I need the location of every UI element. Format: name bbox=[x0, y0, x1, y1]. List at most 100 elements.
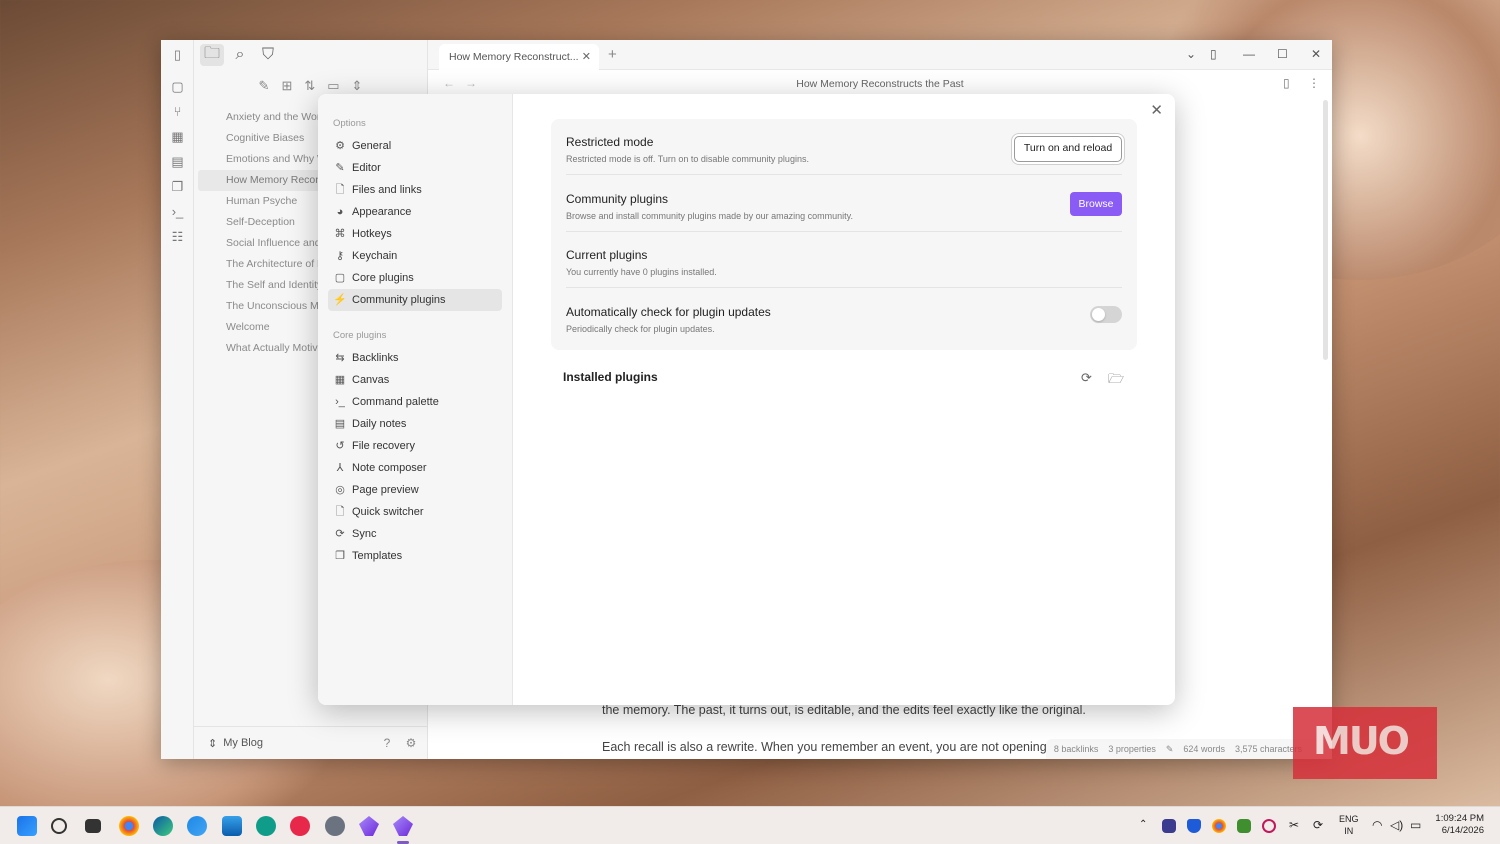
settings-nav-keychain[interactable]: ⚷ Keychain bbox=[328, 245, 502, 267]
plug-icon: ⚡ bbox=[333, 294, 347, 306]
nvidia-icon[interactable] bbox=[1237, 819, 1251, 833]
installed-plugins-heading: Installed plugins bbox=[563, 370, 658, 384]
snipping-icon[interactable]: ✂ bbox=[1289, 818, 1299, 832]
clock[interactable]: 1:09:24 PM 6/14/2026 bbox=[1435, 813, 1484, 837]
setting-name: Automatically check for plugin updates bbox=[566, 305, 771, 319]
settings-nav-label: General bbox=[352, 140, 392, 152]
settings-nav-label: Community plugins bbox=[352, 294, 446, 306]
box-icon: ▢ bbox=[334, 272, 346, 284]
browse-button[interactable]: Browse bbox=[1070, 192, 1122, 216]
settings-nav-label: Files and links bbox=[352, 184, 422, 196]
chevron-up-icon[interactable]: ⌃ bbox=[1139, 819, 1147, 830]
command-icon: ⌘ bbox=[334, 228, 346, 240]
plugin-settings-card: Restricted mode Restricted mode is off. … bbox=[551, 119, 1137, 350]
settings-nav-label: Page preview bbox=[352, 484, 419, 496]
windows-start-icon[interactable] bbox=[17, 816, 37, 836]
auto-update-setting: Automatically check for plugin updates P… bbox=[566, 289, 1122, 345]
settings-nav-label: Note composer bbox=[352, 462, 427, 474]
settings-nav-label: Daily notes bbox=[352, 418, 407, 430]
settings-nav-file-recovery[interactable]: ↺ File recovery bbox=[328, 435, 502, 457]
setting-description: Browse and install community plugins mad… bbox=[566, 211, 853, 221]
settings-nav-note-composer[interactable]: ⅄ Note composer bbox=[328, 457, 502, 479]
media-player-icon[interactable] bbox=[290, 816, 310, 836]
setting-description: You currently have 0 plugins installed. bbox=[566, 267, 717, 277]
settings-nav-label: Sync bbox=[352, 528, 377, 540]
setting-name: Community plugins bbox=[566, 192, 669, 206]
tray-app-icon[interactable] bbox=[1262, 819, 1276, 833]
task-view-icon[interactable] bbox=[85, 819, 101, 833]
shield-icon[interactable] bbox=[1187, 819, 1201, 833]
settings-nav-command-palette[interactable]: ›_ Command palette bbox=[328, 391, 502, 413]
folder-open-icon[interactable]: 🗁 bbox=[1108, 370, 1124, 392]
setting-name: Restricted mode bbox=[566, 135, 654, 149]
settings-nav-appearance[interactable]: ◕ Appearance bbox=[328, 201, 502, 223]
search-icon[interactable] bbox=[51, 818, 67, 834]
chrome-icon[interactable] bbox=[119, 816, 139, 836]
settings-nav-sync[interactable]: ⟳ Sync bbox=[328, 523, 502, 545]
settings-nav-label: Appearance bbox=[352, 206, 412, 218]
edge-icon[interactable] bbox=[153, 816, 173, 836]
obsidian-active-icon[interactable] bbox=[393, 816, 413, 836]
volume-icon[interactable]: ◁) bbox=[1390, 818, 1403, 832]
close-icon[interactable]: ✕ bbox=[1150, 101, 1163, 119]
settings-nav-editor[interactable]: ✎ Editor bbox=[328, 157, 502, 179]
settings-modal: Options ⚙ General ✎ Editor 🗋 Files and links ◕… bbox=[318, 94, 1175, 705]
settings-nav-community-plugins[interactable]: ⚡ Community plugins bbox=[328, 289, 502, 311]
settings-nav-label: Editor bbox=[352, 162, 381, 174]
settings-nav-label: Quick switcher bbox=[352, 506, 424, 518]
muo-watermark: MUO bbox=[1293, 707, 1437, 779]
obsidian-icon[interactable] bbox=[359, 816, 379, 836]
gear-icon: ⚙ bbox=[335, 140, 345, 152]
setting-name: Current plugins bbox=[566, 248, 648, 262]
restricted-mode-setting: Restricted mode Restricted mode is off. … bbox=[566, 119, 1122, 175]
settings-nav-files-and-links[interactable]: 🗋 Files and links bbox=[328, 179, 502, 201]
battery-icon[interactable]: ▭ bbox=[1410, 818, 1421, 832]
browser-icon[interactable] bbox=[187, 816, 207, 836]
language-region: IN bbox=[1344, 826, 1354, 836]
watermark-text: MUO bbox=[1313, 719, 1410, 763]
settings-nav-label: Hotkeys bbox=[352, 228, 392, 240]
time: 1:09:24 PM bbox=[1435, 813, 1484, 824]
palette-icon: ◕ bbox=[336, 206, 344, 218]
settings-nav-label: Backlinks bbox=[352, 352, 399, 364]
setting-description: Restricted mode is off. Turn on to disab… bbox=[566, 154, 809, 164]
current-plugins-setting: Current plugins You currently have 0 plu… bbox=[566, 232, 1122, 288]
settings-nav-label: Keychain bbox=[352, 250, 398, 262]
settings-nav-quick-switcher[interactable]: 🗋 Quick switcher bbox=[328, 501, 502, 523]
settings-nav-hotkeys[interactable]: ⌘ Hotkeys bbox=[328, 223, 502, 245]
wifi-icon[interactable]: ◠ bbox=[1372, 818, 1382, 832]
settings-nav-label: Core plugins bbox=[352, 272, 414, 284]
settings-nav-core-plugins[interactable]: ▢ Core plugins bbox=[328, 267, 502, 289]
merge-icon: ⅄ bbox=[336, 462, 344, 474]
auto-update-toggle[interactable] bbox=[1090, 306, 1122, 323]
history-icon: ↺ bbox=[335, 440, 345, 452]
tray-app-icon[interactable] bbox=[1162, 819, 1176, 833]
settings-icon[interactable] bbox=[325, 816, 345, 836]
sync-tray-icon[interactable]: ⟳ bbox=[1313, 818, 1323, 832]
settings-nav-general[interactable]: ⚙ General bbox=[328, 135, 502, 157]
file-search-icon: 🗋 bbox=[335, 506, 345, 518]
settings-content: ✕ Restricted mode Restricted mode is off… bbox=[513, 94, 1175, 705]
turn-on-reload-button[interactable]: Turn on and reload bbox=[1014, 136, 1122, 162]
settings-nav-page-preview[interactable]: ◎ Page preview bbox=[328, 479, 502, 501]
chrome-tray-icon[interactable] bbox=[1212, 819, 1226, 833]
options-heading: Options bbox=[333, 118, 366, 129]
settings-nav-canvas[interactable]: ▦ Canvas bbox=[328, 369, 502, 391]
settings-nav-label: File recovery bbox=[352, 440, 415, 452]
sync-icon: ⟳ bbox=[335, 528, 345, 540]
reload-icon[interactable]: ⟳ bbox=[1081, 370, 1092, 386]
windows-taskbar: ⌃ ✂ ⟳ ENG IN ◠ ◁) ▭ 1:09:24 PM 6/14/2026 bbox=[0, 806, 1500, 844]
preview-icon: ◎ bbox=[335, 484, 345, 496]
core-plugins-heading: Core plugins bbox=[333, 330, 387, 341]
app-icon[interactable] bbox=[256, 816, 276, 836]
pencil-icon: ✎ bbox=[335, 162, 345, 174]
settings-nav-templates[interactable]: ❐ Templates bbox=[328, 545, 502, 567]
backlinks-icon: ⇆ bbox=[335, 352, 345, 364]
date: 6/14/2026 bbox=[1441, 825, 1484, 836]
settings-nav-backlinks[interactable]: ⇆ Backlinks bbox=[328, 347, 502, 369]
canvas-icon: ▦ bbox=[334, 374, 346, 386]
file-explorer-icon[interactable] bbox=[222, 816, 242, 836]
copy-icon: ❐ bbox=[335, 550, 345, 562]
language-indicator[interactable]: ENG IN bbox=[1339, 813, 1359, 837]
settings-nav-daily-notes[interactable]: ▤ Daily notes bbox=[328, 413, 502, 435]
